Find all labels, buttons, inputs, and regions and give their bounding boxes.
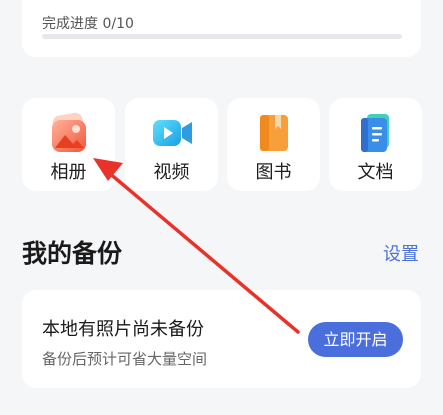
category-label: 文档 — [357, 162, 394, 183]
enable-backup-button[interactable]: 立即开启 — [308, 322, 403, 357]
category-books[interactable]: 图书 — [227, 98, 320, 191]
category-label: 图书 — [255, 162, 292, 183]
backup-card: 本地有照片尚未备份 备份后预计可省大量空间 立即开启 — [22, 290, 421, 388]
category-label: 视频 — [153, 162, 190, 183]
backup-card-subtitle: 备份后预计可省大量空间 — [42, 350, 208, 368]
category-video[interactable]: 视频 — [125, 98, 218, 191]
photo-album-icon — [51, 112, 86, 152]
category-photo-album[interactable]: 相册 — [22, 98, 115, 191]
category-label: 相册 — [50, 162, 87, 183]
my-backup-title: 我的备份 — [22, 239, 123, 268]
settings-link[interactable]: 设置 — [383, 240, 419, 266]
book-icon — [259, 115, 288, 151]
backup-card-title: 本地有照片尚未备份 — [42, 319, 204, 340]
category-documents[interactable]: 文档 — [329, 98, 422, 191]
video-camera-icon — [152, 120, 192, 146]
document-icon — [360, 114, 389, 152]
progress-label: 完成进度 0/10 — [42, 16, 134, 32]
progress-bar — [42, 34, 402, 39]
progress-card: 完成进度 0/10 — [22, 0, 421, 57]
